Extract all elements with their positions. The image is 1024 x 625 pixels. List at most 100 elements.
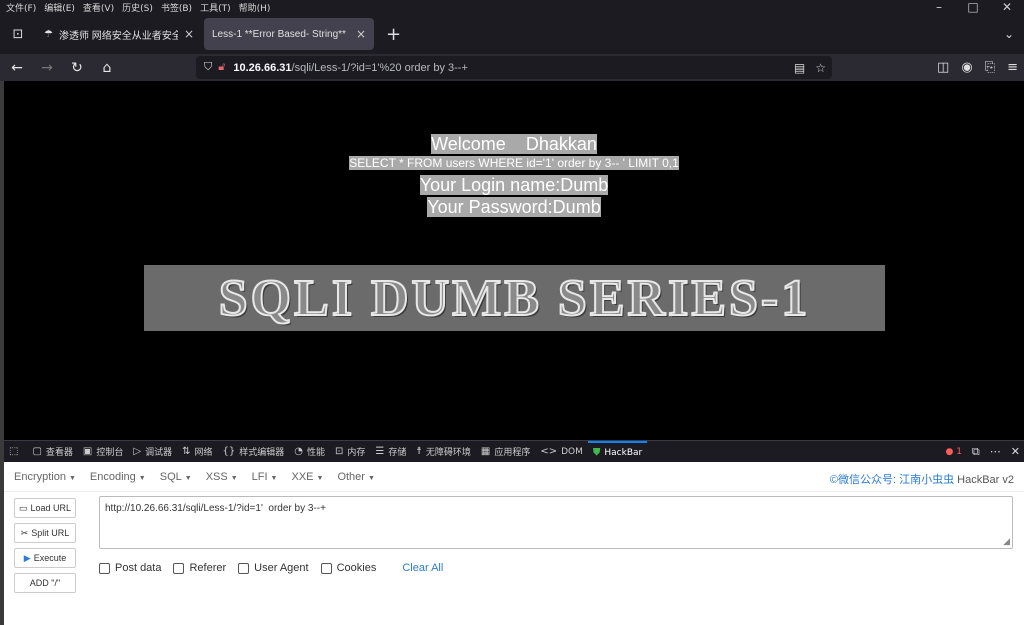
menu-label: XSS (205, 470, 228, 483)
extensions-icon[interactable]: ⎘ (985, 60, 995, 75)
account-icon[interactable]: ◉ (961, 60, 972, 75)
menu-help[interactable]: 帮助(H) (239, 1, 271, 14)
clear-all-link[interactable]: Clear All (402, 562, 443, 574)
password-line: Your Password:Dumb (4, 197, 1024, 218)
close-devtools-icon[interactable]: ✕ (1011, 445, 1020, 458)
hackbar-menu-sql[interactable]: SQL ▼ (160, 471, 192, 483)
console-icon: ▣ (82, 446, 93, 457)
checkbox-box[interactable] (173, 562, 185, 574)
execute-button[interactable]: ▶ Execute (14, 548, 76, 568)
toolbar-right: ◫ ◉ ⎘ ≡ (937, 60, 1018, 75)
checkbox-box[interactable] (320, 562, 332, 574)
url-textarea-value: http://10.26.66.31/sqli/Less-1/?id=1' or… (105, 503, 326, 514)
close-tab-icon[interactable]: × (356, 27, 366, 41)
hackbar-url-textarea[interactable]: http://10.26.66.31/sqli/Less-1/?id=1' or… (99, 496, 1013, 549)
resize-grip-icon[interactable]: ◢ (1003, 536, 1010, 547)
address-bar-actions: ▤ ☆ (794, 61, 826, 75)
user-agent-checkbox[interactable]: User Agent (238, 562, 309, 574)
hackbar-menu-encoding[interactable]: Encoding ▼ (90, 471, 146, 483)
hackbar-menu-xxe[interactable]: XXE ▼ (291, 471, 323, 483)
wechat-link[interactable]: ©微信公众号: 江南小虫虫 (830, 474, 954, 486)
menu-edit[interactable]: 编辑(E) (44, 1, 75, 14)
site-favicon-icon: ☂ (44, 28, 53, 40)
hackbar-options: Post data Referer User Agent Cookies Cle… (99, 562, 443, 574)
checkbox-box[interactable] (99, 562, 110, 574)
devtools-tab-dom[interactable]: <> DOM (535, 441, 588, 463)
hackbar-menu-lfi[interactable]: LFI ▼ (252, 471, 278, 483)
sqli-banner-image: SQLI DUMB SERIES-1 (144, 265, 885, 331)
menu-label: LFI (251, 470, 268, 483)
tracking-shield-icon[interactable]: ⛉ (204, 61, 212, 74)
minimize-button[interactable]: – (922, 0, 956, 14)
load-url-button[interactable]: ▭ Load URL (14, 498, 76, 518)
reload-icon[interactable]: ↻ (64, 60, 90, 76)
devtools-tab-style-editor[interactable]: {} 样式编辑器 (218, 441, 290, 463)
menu-history[interactable]: 历史(S) (122, 1, 153, 14)
caret-down-icon: ▼ (316, 474, 324, 482)
add-slash-button[interactable]: ADD "/" (14, 573, 76, 593)
maximize-button[interactable]: □ (956, 0, 990, 14)
caret-down-icon: ▼ (270, 474, 278, 482)
address-bar[interactable]: ⛉ 🔓︎ 10.26.66.31 /sqli/Less-1/?id=1'%20 … (196, 56, 832, 79)
sql-query-line: SELECT * FROM users WHERE id='1' order b… (4, 156, 1024, 170)
devtools-tab-accessibility[interactable]: ☨ 无障碍环境 (411, 441, 475, 463)
close-window-button[interactable]: ✕ (990, 0, 1024, 14)
more-options-icon[interactable]: ⋯ (990, 445, 1001, 458)
pocket-icon[interactable]: ◫ (937, 60, 949, 75)
devtools-right-controls: ● 1 ⧉ ⋯ ✕ (945, 445, 1020, 459)
tab-list-icon[interactable]: ⊡ (0, 27, 36, 42)
devtools-tab-storage[interactable]: ☰ 存储 (370, 441, 411, 463)
close-tab-icon[interactable]: × (184, 27, 194, 41)
menu-file[interactable]: 文件(F) (6, 1, 36, 14)
forward-arrow-icon[interactable]: → (34, 60, 60, 76)
post-data-checkbox[interactable]: Post data (99, 562, 161, 574)
devtools-tab-inspector[interactable]: ▢ 查看器 (27, 441, 77, 463)
dock-toggle-icon[interactable]: ⧉ (972, 445, 980, 459)
devtools-tab-application[interactable]: ▦ 应用程序 (476, 441, 535, 463)
hackbar-brand: ©微信公众号: 江南小虫虫 HackBar v2 (830, 471, 1014, 487)
menu-bookmarks[interactable]: 书签(B) (161, 1, 192, 14)
referer-checkbox[interactable]: Referer (173, 562, 226, 574)
bookmark-star-icon[interactable]: ☆ (815, 61, 826, 75)
devtools-tab-hackbar[interactable]: ⛊ HackBar (587, 440, 648, 463)
hackbar-panel: Encryption ▼ Encoding ▼ SQL ▼ XSS ▼ LFI ▼ XXE… (4, 462, 1024, 625)
error-count: 1 (956, 446, 962, 457)
home-icon[interactable]: ⌂ (94, 60, 120, 76)
hackbar-menu-other[interactable]: Other ▼ (337, 471, 374, 483)
devtools-tab-label: DOM (561, 446, 583, 457)
back-arrow-icon[interactable]: ← (4, 60, 30, 76)
element-picker[interactable]: ⬚ (4, 441, 27, 463)
insecure-lock-icon[interactable]: 🔓︎ (218, 61, 225, 74)
button-label: Split URL (31, 528, 70, 538)
banner-text: SQLI DUMB SERIES-1 (218, 269, 811, 328)
nav-toolbar: ← → ↻ ⌂ ⛉ 🔓︎ 10.26.66.31 /sqli/Less-1/?i… (0, 54, 1024, 81)
tab-navigation-site[interactable]: ☂ 渗透师 网络安全从业者安全导航 × (36, 18, 202, 50)
hamburger-menu-icon[interactable]: ≡ (1007, 60, 1018, 75)
checkbox-label: User Agent (254, 562, 309, 574)
button-label: ADD "/" (29, 578, 61, 588)
split-url-button[interactable]: ✂ Split URL (14, 523, 76, 543)
hackbar-menu-encryption[interactable]: Encryption ▼ (14, 471, 76, 483)
welcome-line: Welcome Dhakkan (4, 134, 1024, 155)
devtools-tab-label: 存储 (388, 448, 407, 458)
chevron-down-icon[interactable]: ⌄ (1004, 27, 1014, 41)
checkbox-box[interactable] (238, 562, 250, 574)
hackbar-menu-xss[interactable]: XSS ▼ (206, 471, 238, 483)
menu-view[interactable]: 查看(V) (83, 1, 114, 14)
error-count-badge[interactable]: ● 1 (945, 447, 961, 457)
devtools-tab-network[interactable]: ⇅ 网络 (177, 441, 217, 463)
new-tab-button[interactable]: + (376, 24, 411, 45)
dom-icon: <> (540, 446, 558, 457)
reader-view-icon[interactable]: ▤ (794, 61, 805, 75)
tab-title: Less-1 **Error Based- String** (212, 28, 346, 40)
devtools-tab-memory[interactable]: ⊡ 内存 (330, 441, 370, 463)
devtools-tab-console[interactable]: ▣ 控制台 (78, 441, 128, 463)
tab-sqli-less-1[interactable]: Less-1 **Error Based- String** × (204, 18, 374, 50)
caret-down-icon: ▼ (184, 474, 192, 482)
menu-tools[interactable]: 工具(T) (200, 1, 231, 14)
login-name-line: Your Login name:Dumb (4, 175, 1024, 196)
devtools-tab-performance[interactable]: ◔ 性能 (289, 441, 330, 463)
devtools-tab-debugger[interactable]: ▷ 调试器 (128, 441, 177, 463)
cookies-checkbox[interactable]: Cookies (320, 562, 376, 574)
caret-down-icon: ▼ (367, 474, 375, 482)
